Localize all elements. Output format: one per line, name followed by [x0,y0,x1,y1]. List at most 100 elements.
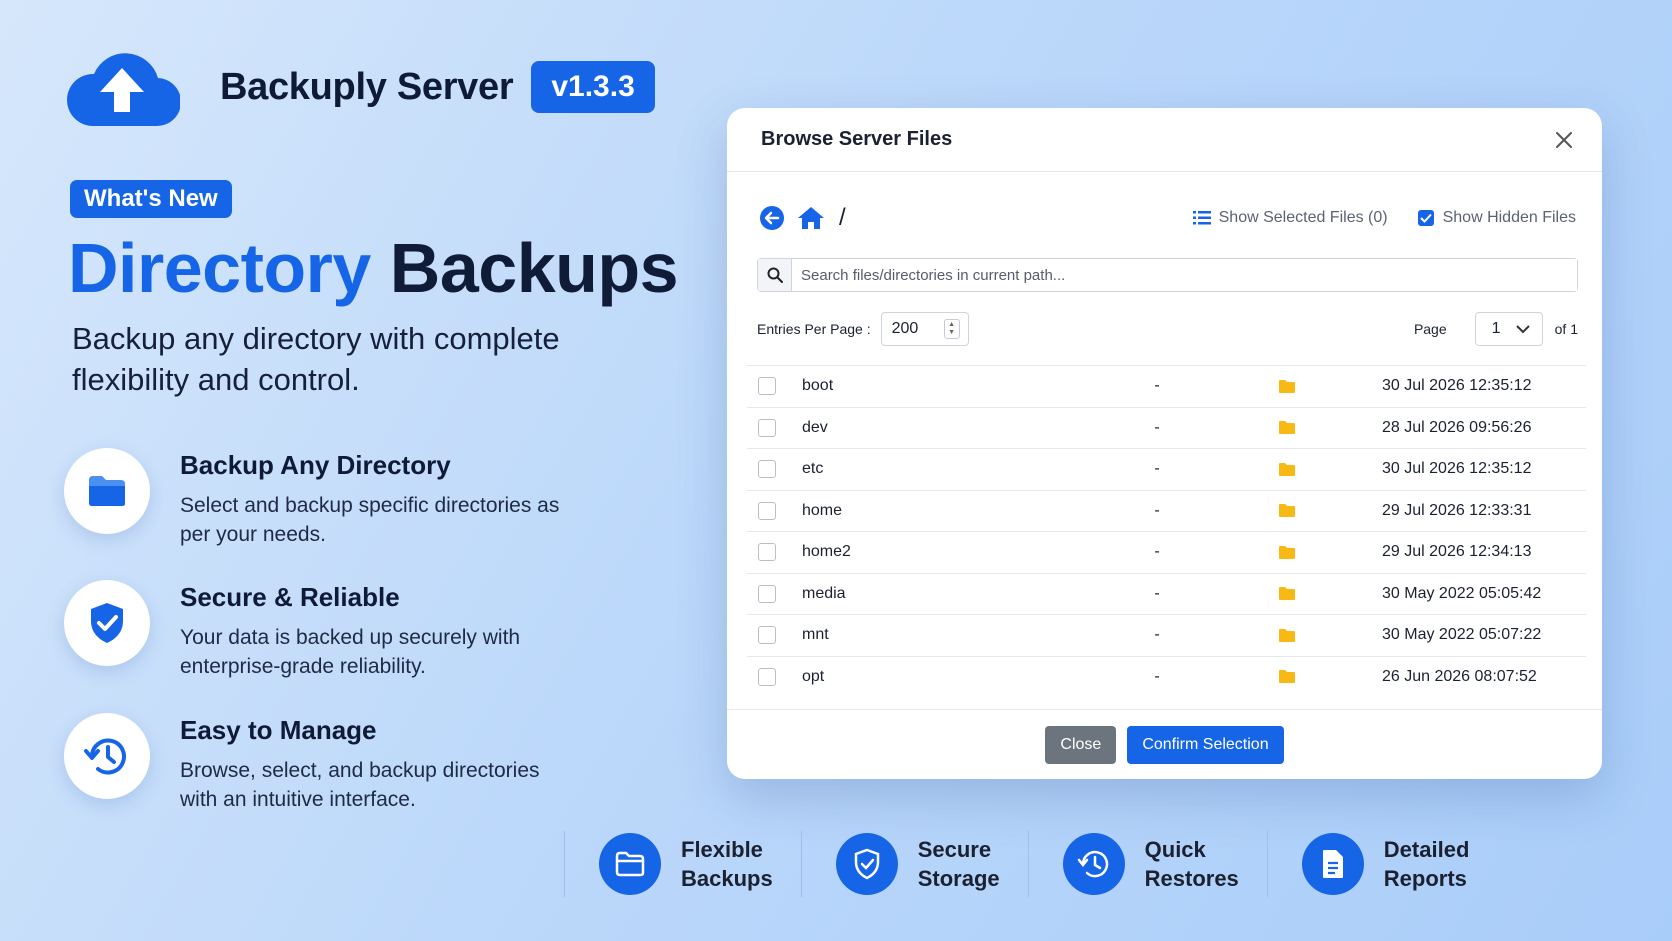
close-icon[interactable] [1552,128,1576,152]
pagination: Page 1 of 1 [1414,312,1578,346]
file-date: 29 Jul 2026 12:33:31 [1382,501,1532,519]
strip-secure-storage: Secure Storage [800,831,1028,897]
folder-icon [1222,669,1352,684]
folder-icon [64,448,150,534]
file-list: boot - 30 Jul 2026 12:35:12 dev - 28 Jul 2026… [747,365,1586,697]
file-date: 26 Jun 2026 08:07:52 [1382,667,1537,685]
document-icon [1301,833,1364,895]
file-checkbox[interactable] [758,626,776,645]
file-name[interactable]: home2 [802,543,1092,561]
feature-backup-any-directory: Backup Any Directory Select and backup s… [64,448,580,549]
file-checkbox[interactable] [758,501,776,520]
strip-detailed-reports: Detailed Reports [1266,831,1498,897]
shield-check-icon [64,580,150,666]
file-size: - [1154,501,1160,519]
home-icon[interactable] [797,205,825,231]
strip-line2: Restores [1144,866,1239,891]
browse-files-modal: Browse Server Files / Show Selected File… [727,108,1602,779]
show-selected-label: Show Selected Files (0) [1218,209,1388,226]
file-date: 30 May 2022 05:05:42 [1382,584,1542,602]
cloud-upload-icon [67,53,180,127]
file-row[interactable]: media - 30 May 2022 05:05:42 [747,572,1586,615]
shield-check-icon [835,833,898,895]
file-size: - [1154,377,1160,395]
feature-title: Easy to Manage [180,715,377,745]
file-row[interactable]: home2 - 29 Jul 2026 12:34:13 [747,531,1586,573]
subheadline: Backup any directory with complete flexi… [72,321,560,397]
checkbox-checked-icon[interactable] [1417,210,1434,226]
file-date: 30 May 2022 05:07:22 [1382,626,1542,644]
strip-line2: Storage [917,866,1000,891]
strip-line1: Detailed [1383,837,1470,862]
file-checkbox[interactable] [758,460,776,479]
file-name[interactable]: etc [802,460,1092,478]
feature-strip: Flexible Backups Secure Storage Quick Resto… [564,831,1497,897]
close-button[interactable]: Close [1045,725,1117,764]
file-size: - [1154,667,1160,685]
file-row[interactable]: dev - 28 Jul 2026 09:56:26 [747,406,1586,449]
folder-icon [1222,379,1352,394]
file-checkbox[interactable] [758,543,776,562]
entries-per-page: Entries Per Page : 200 ▲ ▼ [757,312,969,346]
folder-icon [1222,462,1352,477]
file-size: - [1154,626,1160,644]
search-icon [758,259,792,291]
history-icon [64,713,150,799]
file-date: 28 Jul 2026 09:56:26 [1382,418,1532,436]
page-label: Page [1413,321,1447,337]
feature-easy-manage: Easy to Manage Browse, select, and backu… [64,713,580,814]
file-name[interactable]: opt [802,668,1092,686]
strip-line1: Secure [917,837,992,862]
whats-new-badge: What's New [70,180,232,218]
history-icon [1062,833,1125,895]
file-date: 30 Jul 2026 12:35:12 [1382,460,1532,478]
entries-value: 200 [891,320,919,337]
file-row[interactable]: boot - 30 Jul 2026 12:35:12 [747,365,1586,407]
confirm-selection-button[interactable]: Confirm Selection [1127,725,1284,764]
page-select[interactable]: 1 [1474,312,1543,346]
folder-icon [1222,503,1352,518]
file-name[interactable]: home [802,502,1092,520]
file-name[interactable]: mnt [802,626,1092,644]
file-row[interactable]: etc - 30 Jul 2026 12:35:12 [747,448,1586,490]
chevron-down-icon [1515,324,1530,333]
feature-title: Secure & Reliable [180,582,400,612]
file-row[interactable]: mnt - 30 May 2022 05:07:22 [747,614,1586,656]
stepper-icon[interactable]: ▲ ▼ [943,319,960,339]
folder-icon [599,833,661,895]
headline-rest: Backups [370,229,679,307]
file-row[interactable]: opt - 26 Jun 2026 08:07:52 [747,655,1586,698]
feature-title: Backup Any Directory [180,450,451,480]
file-date: 30 Jul 2026 12:35:12 [1382,377,1532,395]
feature-secure-reliable: Secure & Reliable Your data is backed up… [64,580,580,681]
file-name[interactable]: boot [802,377,1092,395]
strip-quick-restores: Quick Restores [1027,831,1267,897]
file-size: - [1154,543,1160,561]
feature-desc: Browse, select, and backup directories w… [180,759,540,811]
folder-icon [1222,545,1352,560]
file-row[interactable]: home - 29 Jul 2026 12:33:31 [747,489,1586,532]
strip-line2: Reports [1383,866,1467,891]
file-date: 29 Jul 2026 12:34:13 [1382,543,1532,561]
show-hidden-files-toggle[interactable]: Show Hidden Files [1417,209,1576,227]
page-value: 1 [1491,320,1501,337]
headline-accent: Directory [68,229,371,307]
page-of: of 1 [1554,321,1578,337]
file-checkbox[interactable] [758,418,776,437]
strip-line1: Flexible [681,837,763,862]
file-name[interactable]: dev [802,419,1092,437]
modal-title: Browse Server Files [761,128,953,150]
show-hidden-label: Show Hidden Files [1442,209,1576,226]
search-input[interactable] [792,259,1577,291]
file-checkbox[interactable] [758,667,776,686]
file-checkbox[interactable] [758,584,776,603]
back-arrow-icon[interactable] [759,205,785,231]
modal-header: Browse Server Files [727,108,1602,172]
file-checkbox[interactable] [758,377,776,396]
entries-input[interactable]: 200 ▲ ▼ [880,312,969,346]
show-selected-files-link[interactable]: Show Selected Files (0) [1192,209,1388,227]
entries-label: Entries Per Page : [757,321,871,337]
file-name[interactable]: media [802,585,1092,603]
strip-line1: Quick [1144,837,1206,862]
headline: Directory Backups [68,228,679,308]
